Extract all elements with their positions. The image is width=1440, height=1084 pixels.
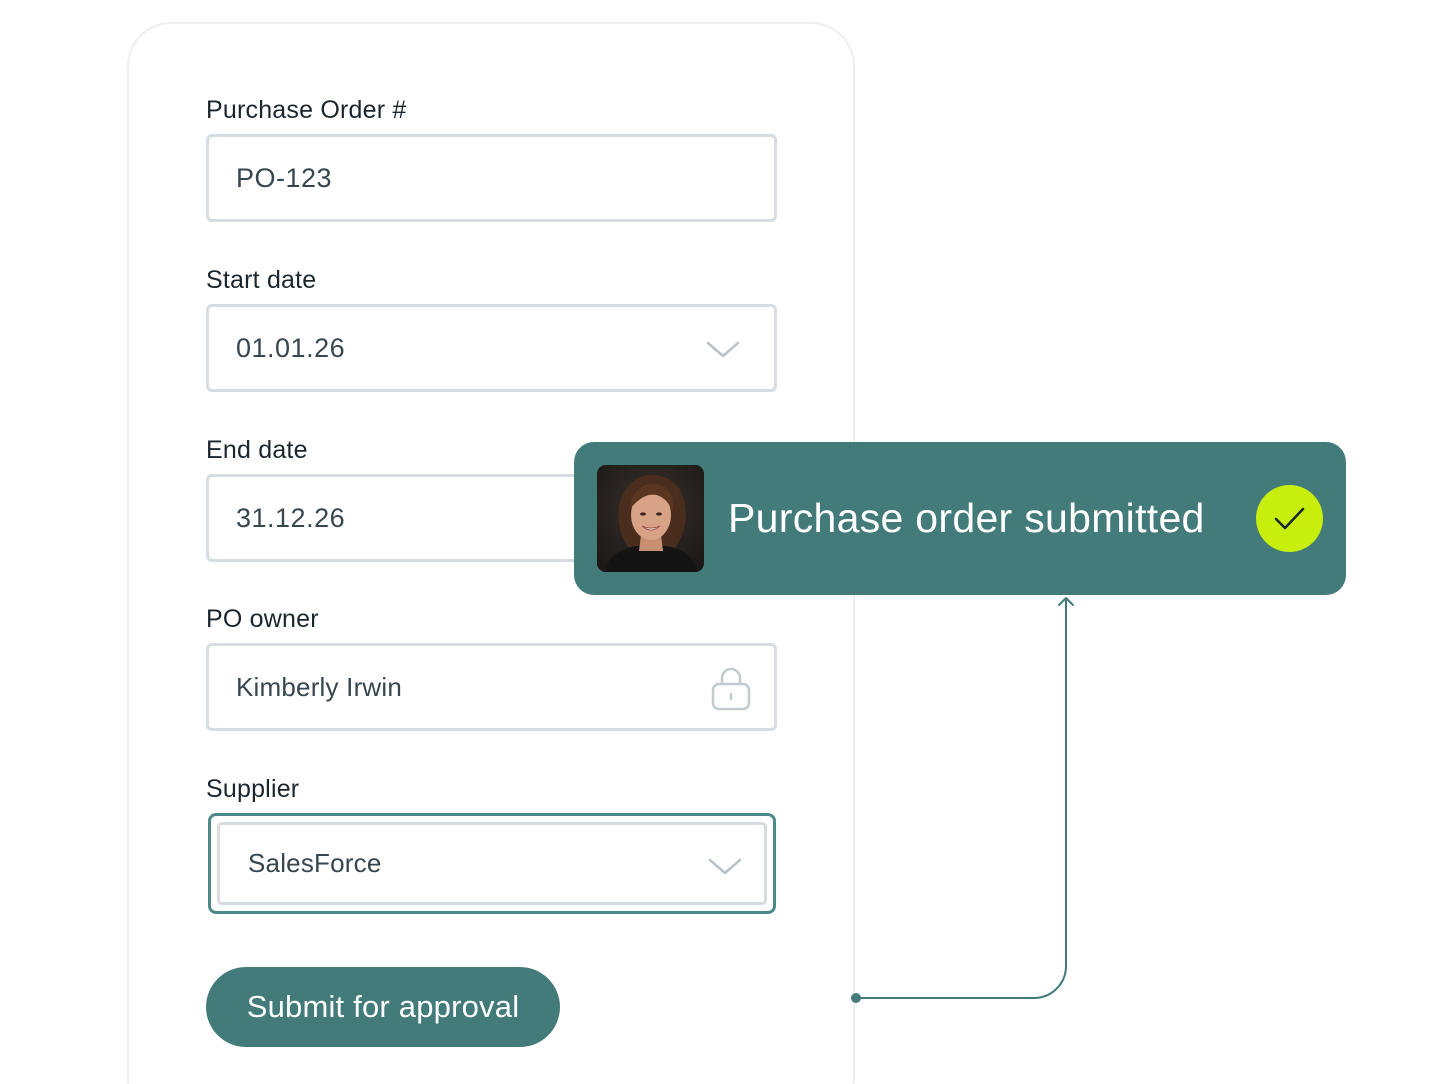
chevron-down-icon	[706, 341, 740, 358]
supplier-value: SalesForce	[248, 848, 382, 878]
po-owner-label: PO owner	[206, 605, 319, 633]
supplier-select[interactable]: SalesForce	[217, 822, 767, 905]
start-date-select[interactable]: 01.01.26	[206, 304, 777, 392]
po-owner-field: Kimberly Irwin	[206, 643, 777, 731]
page: Purchase Order # PO-123 Start date 01.01…	[0, 0, 1440, 1084]
supplier-focus-ring: SalesForce	[208, 813, 776, 914]
purchase-order-input[interactable]: PO-123	[206, 134, 777, 222]
checkmark-icon	[1274, 507, 1305, 530]
user-avatar-photo	[597, 465, 704, 572]
purchase-order-value: PO-123	[236, 163, 333, 193]
avatar	[597, 465, 704, 572]
purchase-order-label: Purchase Order #	[206, 96, 407, 124]
end-date-label: End date	[206, 436, 308, 464]
supplier-label: Supplier	[206, 775, 300, 803]
end-date-value: 31.12.26	[236, 503, 346, 533]
submit-for-approval-button[interactable]: Submit for approval	[206, 967, 560, 1047]
start-date-value: 01.01.26	[236, 333, 346, 363]
po-owner-value: Kimberly Irwin	[236, 672, 403, 702]
lock-icon	[711, 667, 751, 711]
notification-message: Purchase order submitted	[728, 495, 1205, 541]
start-date-label: Start date	[206, 266, 317, 294]
submission-notification: Purchase order submitted	[574, 442, 1346, 595]
success-badge	[1256, 485, 1323, 552]
chevron-down-icon	[708, 858, 742, 875]
